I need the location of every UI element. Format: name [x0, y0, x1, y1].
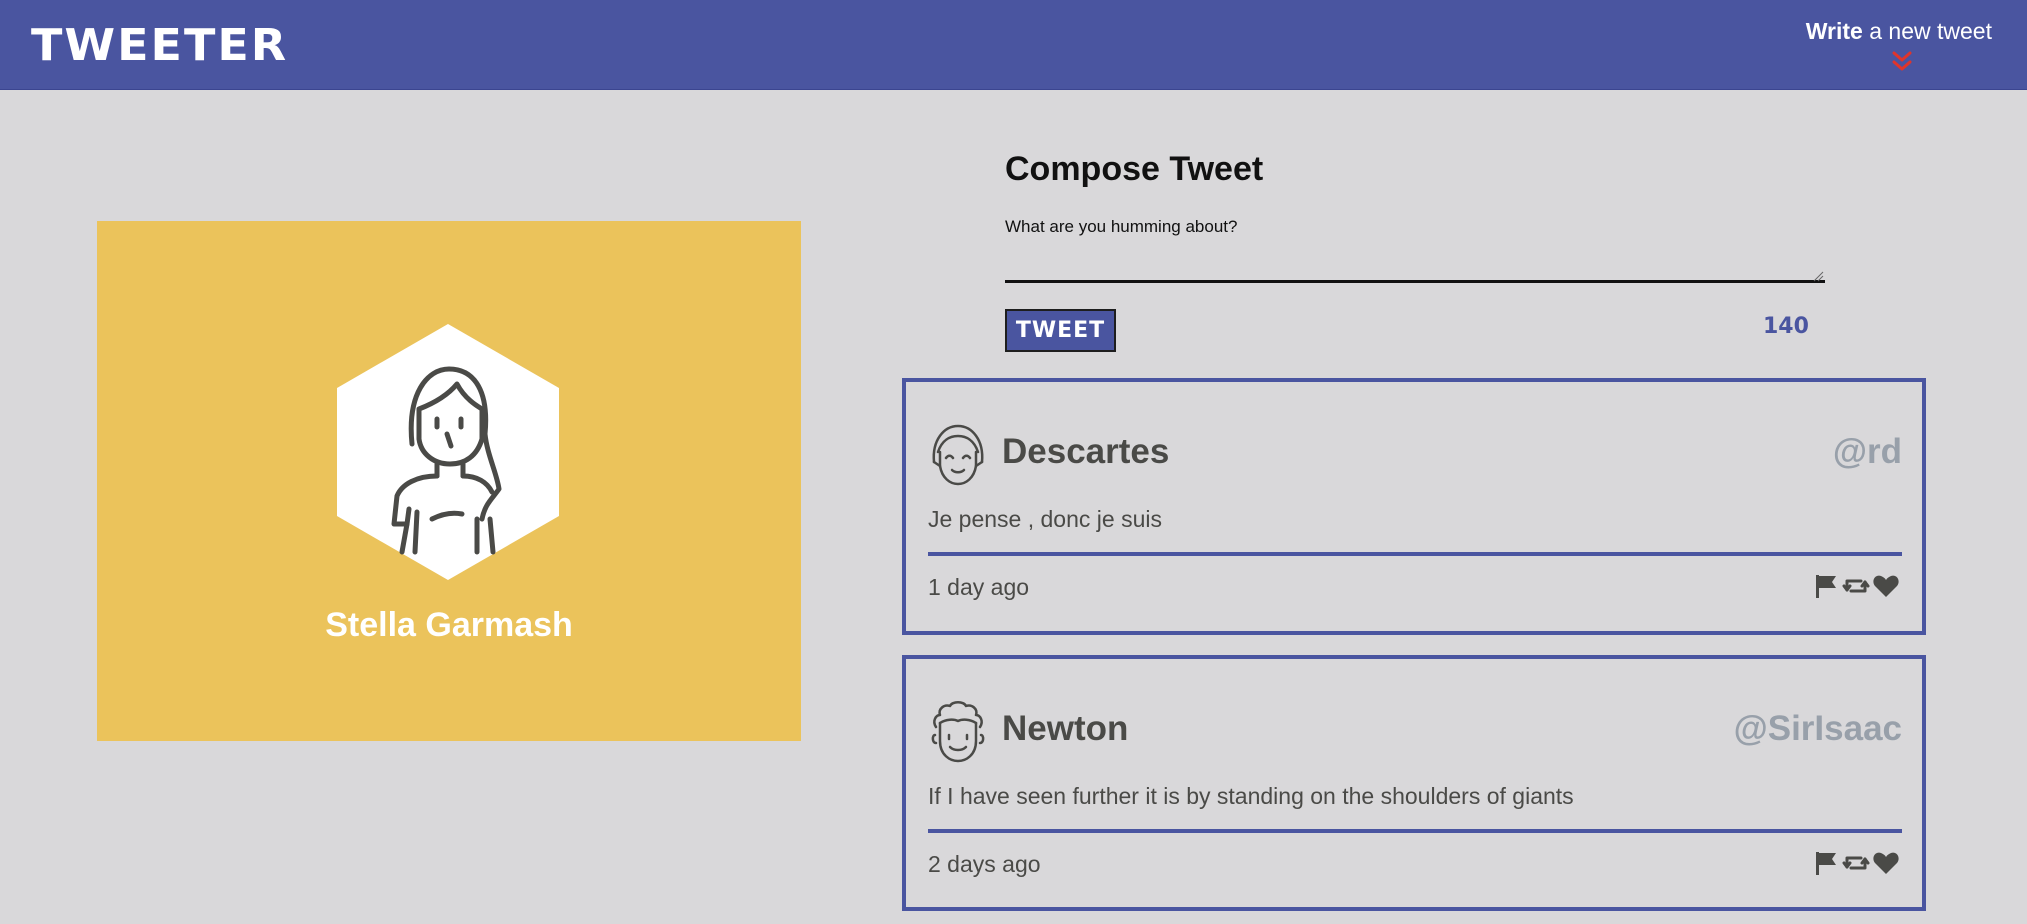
character-counter: 140 — [1763, 314, 1809, 339]
tweet-card: Descartes @rd Je pense , donc je suis 1 … — [902, 378, 1926, 635]
tweet-card: Newton @SirIsaac If I have seen further … — [902, 655, 1926, 911]
write-bold-label: Write — [1805, 18, 1863, 44]
tweet-actions — [1812, 572, 1900, 600]
retweet-icon[interactable] — [1842, 572, 1870, 600]
tweet-timestamp: 1 day ago — [928, 574, 1030, 600]
compose-tweet-input[interactable] — [1005, 217, 1825, 283]
heart-icon[interactable] — [1872, 849, 1900, 877]
smiling-girl-avatar-icon — [932, 424, 984, 486]
tweet-content: If I have seen further it is by standing… — [928, 783, 1574, 809]
flag-icon[interactable] — [1812, 572, 1840, 600]
tweet-author-name: Newton — [1002, 709, 1129, 748]
tweet-author-name: Descartes — [1002, 432, 1170, 471]
profile-card: Stella Garmash — [97, 221, 801, 741]
compose-title: Compose Tweet — [1005, 150, 1264, 188]
tweet-content: Je pense , donc je suis — [928, 506, 1162, 532]
flag-icon[interactable] — [1812, 849, 1840, 877]
woman-avatar-icon — [337, 324, 559, 580]
tweet-timestamp: 2 days ago — [928, 851, 1041, 877]
double-chevron-down-icon[interactable] — [1890, 50, 1914, 72]
resize-grip-icon[interactable] — [1812, 270, 1824, 282]
tweet-actions — [1812, 849, 1900, 877]
tweet-submit-button[interactable]: TWEET — [1005, 309, 1116, 352]
profile-name: Stella Garmash — [325, 606, 573, 644]
write-new-tweet-toggle[interactable]: Write a new tweet — [1806, 18, 1992, 45]
brand-logo[interactable]: TWEETER — [31, 19, 288, 70]
write-rest-label: a new tweet — [1862, 18, 1992, 44]
retweet-icon[interactable] — [1842, 849, 1870, 877]
heart-icon[interactable] — [1872, 572, 1900, 600]
top-nav: TWEETER Write a new tweet — [0, 0, 2027, 90]
tweet-divider — [928, 829, 1902, 833]
tweet-divider — [928, 552, 1902, 556]
tweet-author-handle[interactable]: @rd — [1833, 432, 1902, 472]
tweet-author-handle[interactable]: @SirIsaac — [1734, 709, 1902, 749]
curly-hair-man-avatar-icon — [931, 701, 985, 763]
